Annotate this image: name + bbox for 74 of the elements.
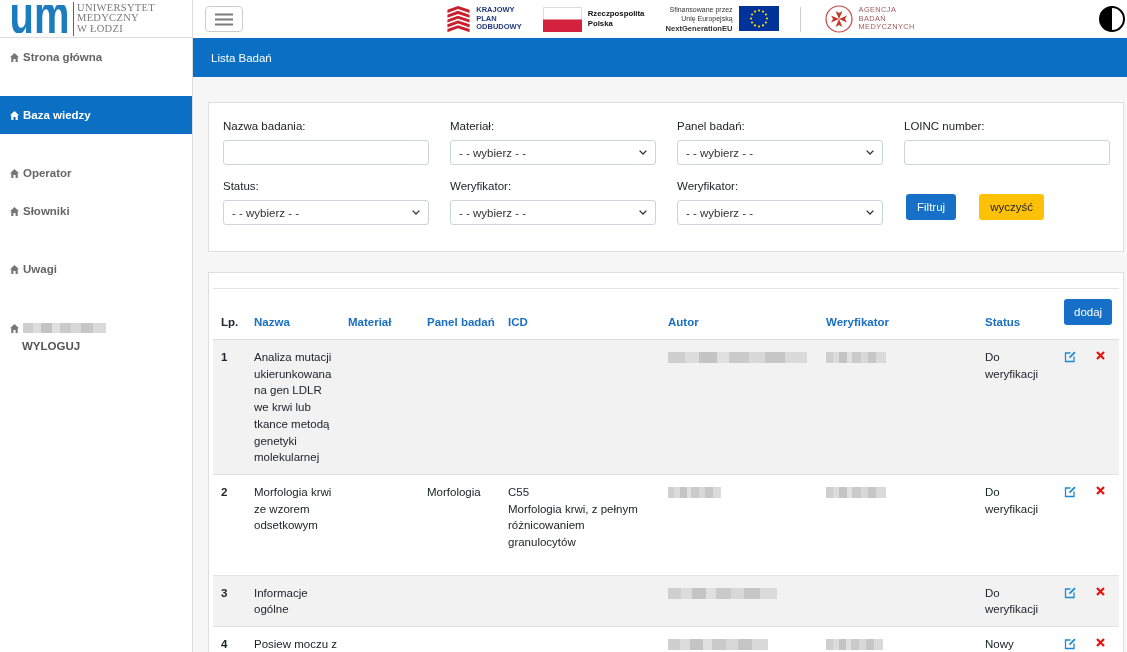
logout-link[interactable]: WYLOGUJ [22,338,81,354]
table-cell-text: Posiew moczu z [253,637,339,652]
nav-item[interactable]: Operator [0,154,192,192]
delete-icon[interactable] [1096,485,1105,495]
table-cell-text: Nowy [984,637,1015,652]
chevron-down-icon [866,210,874,215]
table-cell-text: 4 [220,637,229,652]
nav-item[interactable]: Strona główna [0,38,192,76]
edit-icon[interactable] [1064,638,1076,651]
field-label: Panel badań: [677,119,746,134]
field-label: Materiał: [450,119,496,134]
chevron-down-icon [639,150,647,155]
edit-icon[interactable] [1064,351,1076,363]
field-label: LOINC number: [904,119,986,134]
delete-icon[interactable] [1096,351,1105,360]
select-field[interactable]: - - wybierz - - [223,200,429,225]
home-icon [10,264,19,274]
home-icon [10,323,19,333]
select-field[interactable]: - - wybierz - - [450,200,656,225]
nav-item[interactable]: Słowniki [0,192,192,230]
menu-icon [215,12,233,26]
column-header[interactable]: Autor [660,314,818,339]
column-header[interactable]: Nazwa [246,314,340,339]
chevron-down-icon [412,210,420,215]
input-field[interactable] [223,140,429,165]
edit-icon[interactable] [1064,586,1076,599]
column-header[interactable]: Panel badań [419,314,500,339]
home-icon [10,110,19,120]
icd-description: Morfologia krwi, z pełnym różnicowaniem granulocytów [508,501,639,551]
column-header[interactable]: Materiał [340,314,419,339]
field-label: Nazwa badania: [223,119,307,134]
table-cell-text: Morfologia [426,484,482,500]
flag-icon [542,6,582,32]
filter-button[interactable]: Filtruj [906,194,957,220]
input-field[interactable] [904,140,1110,165]
table-cell-text: Do weryfikacji [984,585,1040,618]
university-name: UNIWERSYTET MEDYCZNY W ŁODZI [77,2,155,35]
cross-emblem-icon [824,5,853,33]
column-header: Lp. [220,315,240,330]
stripes-emblem-icon [447,6,471,32]
edit-icon[interactable] [1064,485,1076,498]
table-cell-text: 2 [220,484,229,500]
nav-item[interactable]: Baza wiedzy [0,96,192,134]
field-label: Status: [223,179,260,194]
select-field[interactable]: - - wybierz - - [677,140,883,165]
clear-button[interactable]: wyczyść [979,194,1044,220]
menu-button[interactable] [205,6,243,32]
home-icon [10,206,19,216]
chevron-down-icon [866,150,874,155]
home-icon [10,52,19,62]
column-header[interactable]: Status [977,314,1056,339]
table-cell-text: Do weryfikacji [984,350,1040,382]
chevron-down-icon [639,210,647,215]
column-header[interactable]: ICD [500,314,660,339]
field-label: Weryfikator: [677,179,740,194]
add-button[interactable]: dodaj [1064,299,1113,325]
field-label: Weryfikator: [450,179,513,194]
table-cell-text: Do weryfikacji [984,484,1040,517]
icd-code: C55 [508,484,531,500]
table-cell-text: Morfologia krwi ze wzorem odsetkowym [253,484,333,534]
table-cell-text: 1 [220,350,229,365]
home-icon [10,168,19,178]
delete-icon[interactable] [1096,638,1105,648]
column-header[interactable]: Weryfikator [818,314,977,339]
select-field[interactable]: - - wybierz - - [677,200,883,225]
table-cell-text: Informacje ogólne [253,585,309,618]
flag-icon [738,6,779,32]
table-cell-text: 3 [220,585,229,601]
delete-icon[interactable] [1096,586,1105,596]
page-title: Lista Badań [211,51,272,64]
select-field[interactable]: - - wybierz - - [450,140,656,165]
contrast-icon[interactable] [1099,6,1125,32]
nav-item[interactable]: Uwagi [0,250,192,288]
table-cell-text: Analiza mutacji ukierunkowana na gen LDLR we krwi lub tkance metodą genetyki molekularnej [253,350,333,466]
